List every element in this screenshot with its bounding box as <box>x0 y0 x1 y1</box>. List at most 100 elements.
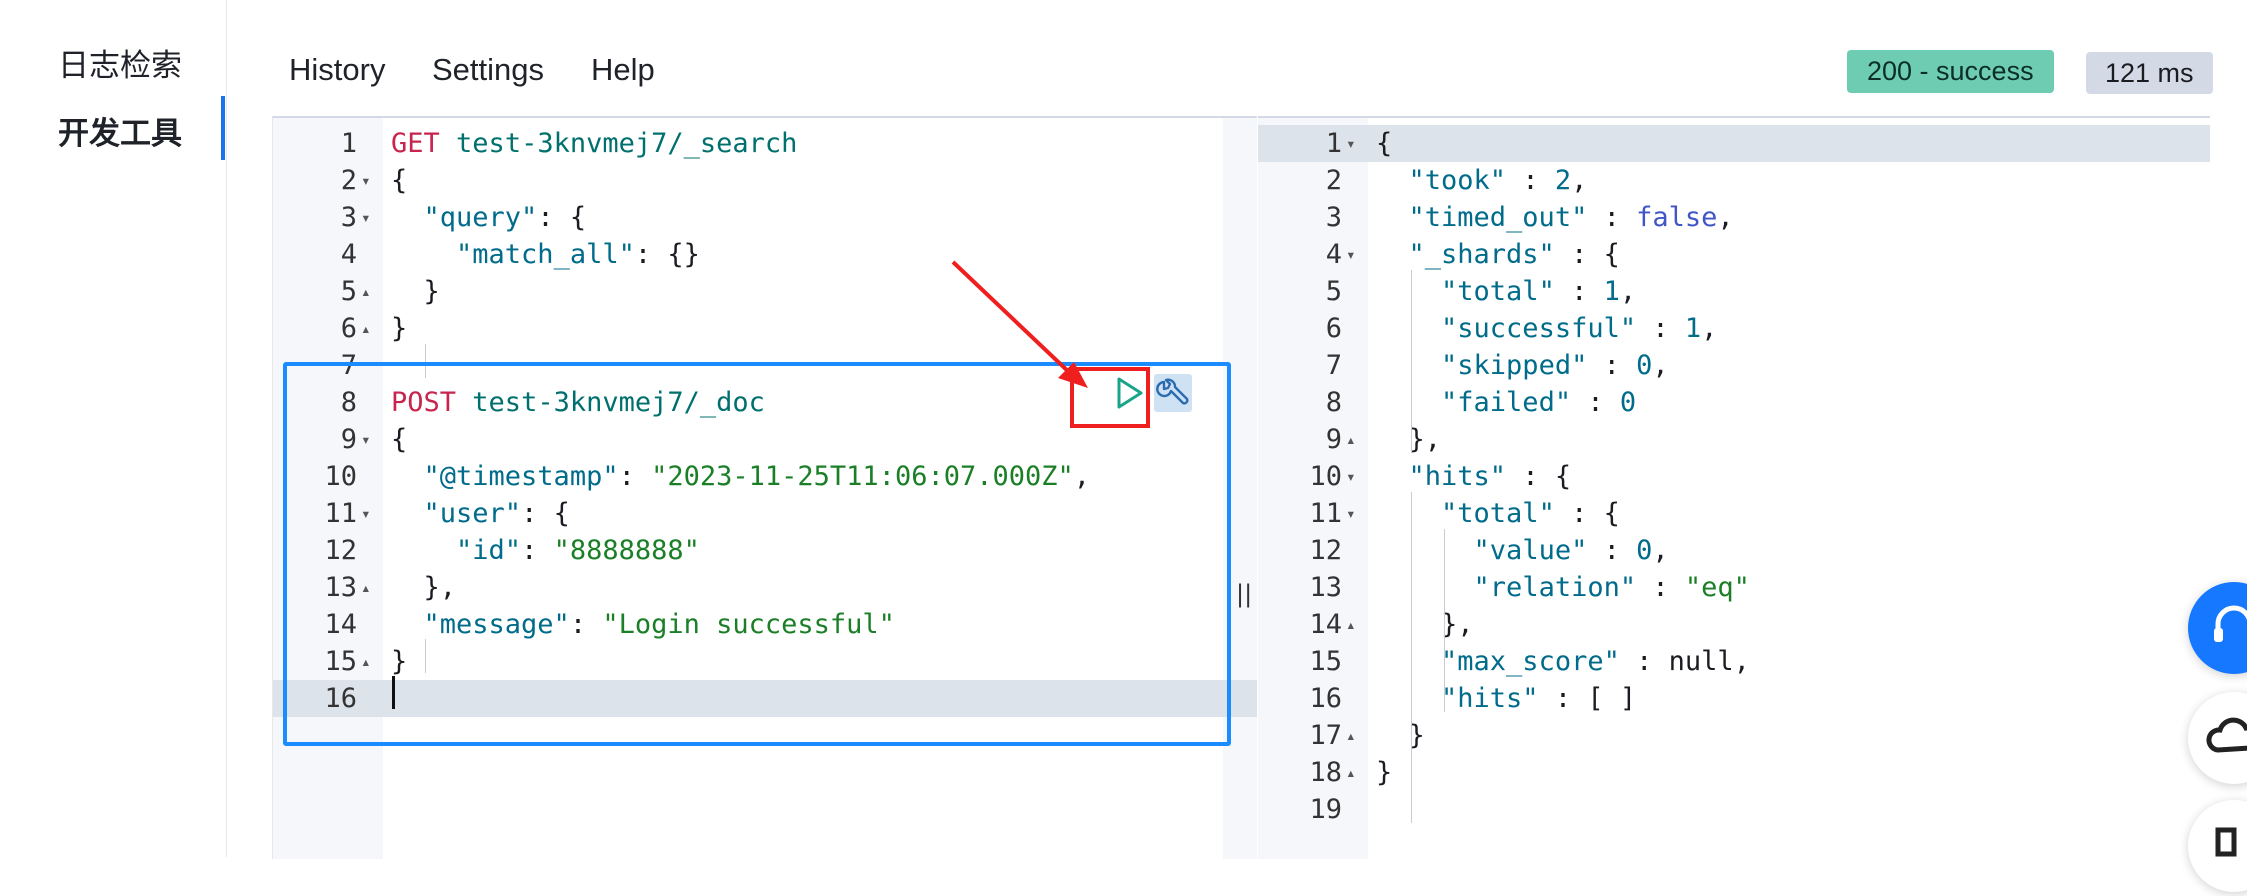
code-token: "user" <box>423 498 522 529</box>
line-number: 15 <box>1309 646 1342 677</box>
code-line[interactable]: 7 "skipped" : 0, <box>1258 347 2210 384</box>
fold-toggle-icon[interactable]: ▴ <box>1346 754 1362 791</box>
code-line[interactable]: 13 ▴ }, <box>273 569 1257 606</box>
code-line[interactable]: 2 "took" : 2, <box>1258 162 2210 199</box>
fold-toggle-icon[interactable]: ▴ <box>361 569 377 606</box>
help-menu-item[interactable]: Help <box>591 52 655 88</box>
code-text: }, <box>1376 421 1442 458</box>
response-viewer[interactable]: 1 ▾{2 "took" : 2, 3 "timed_out" : false, 4 ▾… <box>1258 116 2210 859</box>
code-token: : <box>1571 387 1620 418</box>
fold-toggle-icon[interactable]: ▴ <box>1346 421 1362 458</box>
code-line[interactable]: 5 "total" : 1, <box>1258 273 2210 310</box>
code-line[interactable]: 10 "@timestamp": "2023-11-25T11:06:07.00… <box>273 458 1257 495</box>
code-line[interactable]: 7 <box>273 347 1257 384</box>
code-line[interactable]: 15 ▴} <box>273 643 1257 680</box>
fold-toggle-icon[interactable]: ▴ <box>361 310 377 347</box>
code-token: : <box>1587 535 1637 566</box>
cloud-icon[interactable] <box>2188 692 2247 784</box>
code-line[interactable]: 13 "relation" : "eq" <box>1258 569 2210 606</box>
request-editor[interactable]: 1 GET test-3knvmej7/_search 2 ▾{3 ▾ "query":… <box>272 116 1257 859</box>
code-line[interactable]: 14 ▴ }, <box>1258 606 2210 643</box>
code-text: }, <box>391 569 457 606</box>
code-text: "timed_out" : false, <box>1376 199 1734 236</box>
code-text: } <box>391 643 407 680</box>
code-line[interactable]: 2 ▾ { <box>273 162 1257 199</box>
fold-toggle-icon[interactable]: ▴ <box>1346 606 1362 643</box>
code-line[interactable]: 12 "id": "8888888" <box>273 532 1257 569</box>
code-token: : <box>1636 313 1685 344</box>
code-line[interactable]: 6 ▴} <box>273 310 1257 347</box>
code-token: "_shards" <box>1408 239 1555 270</box>
code-line[interactable]: 6 "successful" : 1, <box>1258 310 2210 347</box>
pane-resizer[interactable]: || <box>1236 580 1252 608</box>
code-token: "Login successful" <box>602 609 895 640</box>
play-icon[interactable] <box>1113 375 1145 411</box>
fold-toggle-icon[interactable]: ▴ <box>361 273 377 310</box>
code-line[interactable]: 8 "failed" : 0 <box>1258 384 2210 421</box>
code-token: : { <box>537 202 587 233</box>
code-line[interactable]: 17 ▴ } <box>1258 717 2210 754</box>
fold-toggle-icon[interactable]: ▾ <box>1346 458 1362 495</box>
code-line[interactable]: 16 "hits" : [ ] <box>1258 680 2210 717</box>
code-token: 1 <box>1603 276 1620 307</box>
indent-guide <box>425 639 426 673</box>
line-number: 3 <box>340 202 357 233</box>
wrench-icon[interactable] <box>1154 374 1192 412</box>
code-token: POST <box>391 387 457 418</box>
code-token: } <box>1376 757 1393 788</box>
code-text: } <box>1376 717 1425 754</box>
code-line[interactable]: 4 "match_all": {} <box>273 236 1257 273</box>
history-menu-item[interactable]: History <box>289 52 385 88</box>
code-token: : <box>521 535 554 566</box>
line-number: 8 <box>1325 387 1342 418</box>
fold-toggle-icon[interactable]: ▾ <box>1346 495 1362 532</box>
code-line[interactable]: 8 POST test-3knvmej7/_doc <box>273 384 1257 421</box>
code-text: } <box>391 273 440 310</box>
code-token: "timed_out" <box>1408 202 1588 233</box>
code-line[interactable]: 19 <box>1258 791 2210 828</box>
code-line[interactable]: 11 ▾ "user": { <box>273 495 1257 532</box>
code-line[interactable]: 12 "value" : 0, <box>1258 532 2210 569</box>
fold-toggle-icon[interactable]: ▾ <box>1346 236 1362 273</box>
line-number: 14 <box>1309 609 1342 640</box>
code-line[interactable]: 5 ▴ } <box>273 273 1257 310</box>
line-number: 2 <box>1325 165 1342 196</box>
fold-toggle-icon[interactable]: ▾ <box>361 199 377 236</box>
code-line[interactable]: 1 GET test-3knvmej7/_search <box>273 125 1257 162</box>
code-line[interactable]: 3 ▾ "query": { <box>273 199 1257 236</box>
code-line[interactable]: 4 ▾ "_shards" : { <box>1258 236 2210 273</box>
fold-toggle-icon[interactable]: ▴ <box>361 643 377 680</box>
line-number: 13 <box>1309 572 1342 603</box>
code-line[interactable]: 15 "max_score" : null, <box>1258 643 2210 680</box>
fold-toggle-icon[interactable]: ▾ <box>1346 125 1362 162</box>
line-number: 3 <box>1325 202 1342 233</box>
sidebar-item-log-search[interactable]: 日志检索 <box>58 40 182 85</box>
code-token: "8888888" <box>553 535 700 566</box>
code-line[interactable]: 10 ▾ "hits" : { <box>1258 458 2210 495</box>
line-number: 10 <box>1309 461 1342 492</box>
code-line[interactable]: 3 "timed_out" : false, <box>1258 199 2210 236</box>
code-line[interactable]: 9 ▾ { <box>273 421 1257 458</box>
code-line[interactable]: 18 ▴} <box>1258 754 2210 791</box>
code-text: "successful" : 1, <box>1376 310 1717 347</box>
fold-toggle-icon[interactable]: ▾ <box>361 162 377 199</box>
settings-menu-item[interactable]: Settings <box>432 52 544 88</box>
fold-toggle-icon[interactable]: ▴ <box>1346 717 1362 754</box>
code-token: }, <box>391 572 457 603</box>
code-line[interactable]: 1 ▾ { <box>1258 125 2210 162</box>
code-line[interactable]: 16 <box>273 680 1257 717</box>
headset-icon[interactable] <box>2188 582 2247 674</box>
book-icon[interactable] <box>2188 800 2247 892</box>
code-line[interactable]: 11 ▾ "total" : { <box>1258 495 2210 532</box>
fold-toggle-icon[interactable]: ▾ <box>361 421 377 458</box>
code-line[interactable]: 9 ▴ }, <box>1258 421 2210 458</box>
code-line[interactable]: 14 "message": "Login successful" <box>273 606 1257 643</box>
sidebar-item-dev-tools[interactable]: 开发工具 <box>58 108 182 153</box>
fold-toggle-icon[interactable]: ▾ <box>361 495 377 532</box>
